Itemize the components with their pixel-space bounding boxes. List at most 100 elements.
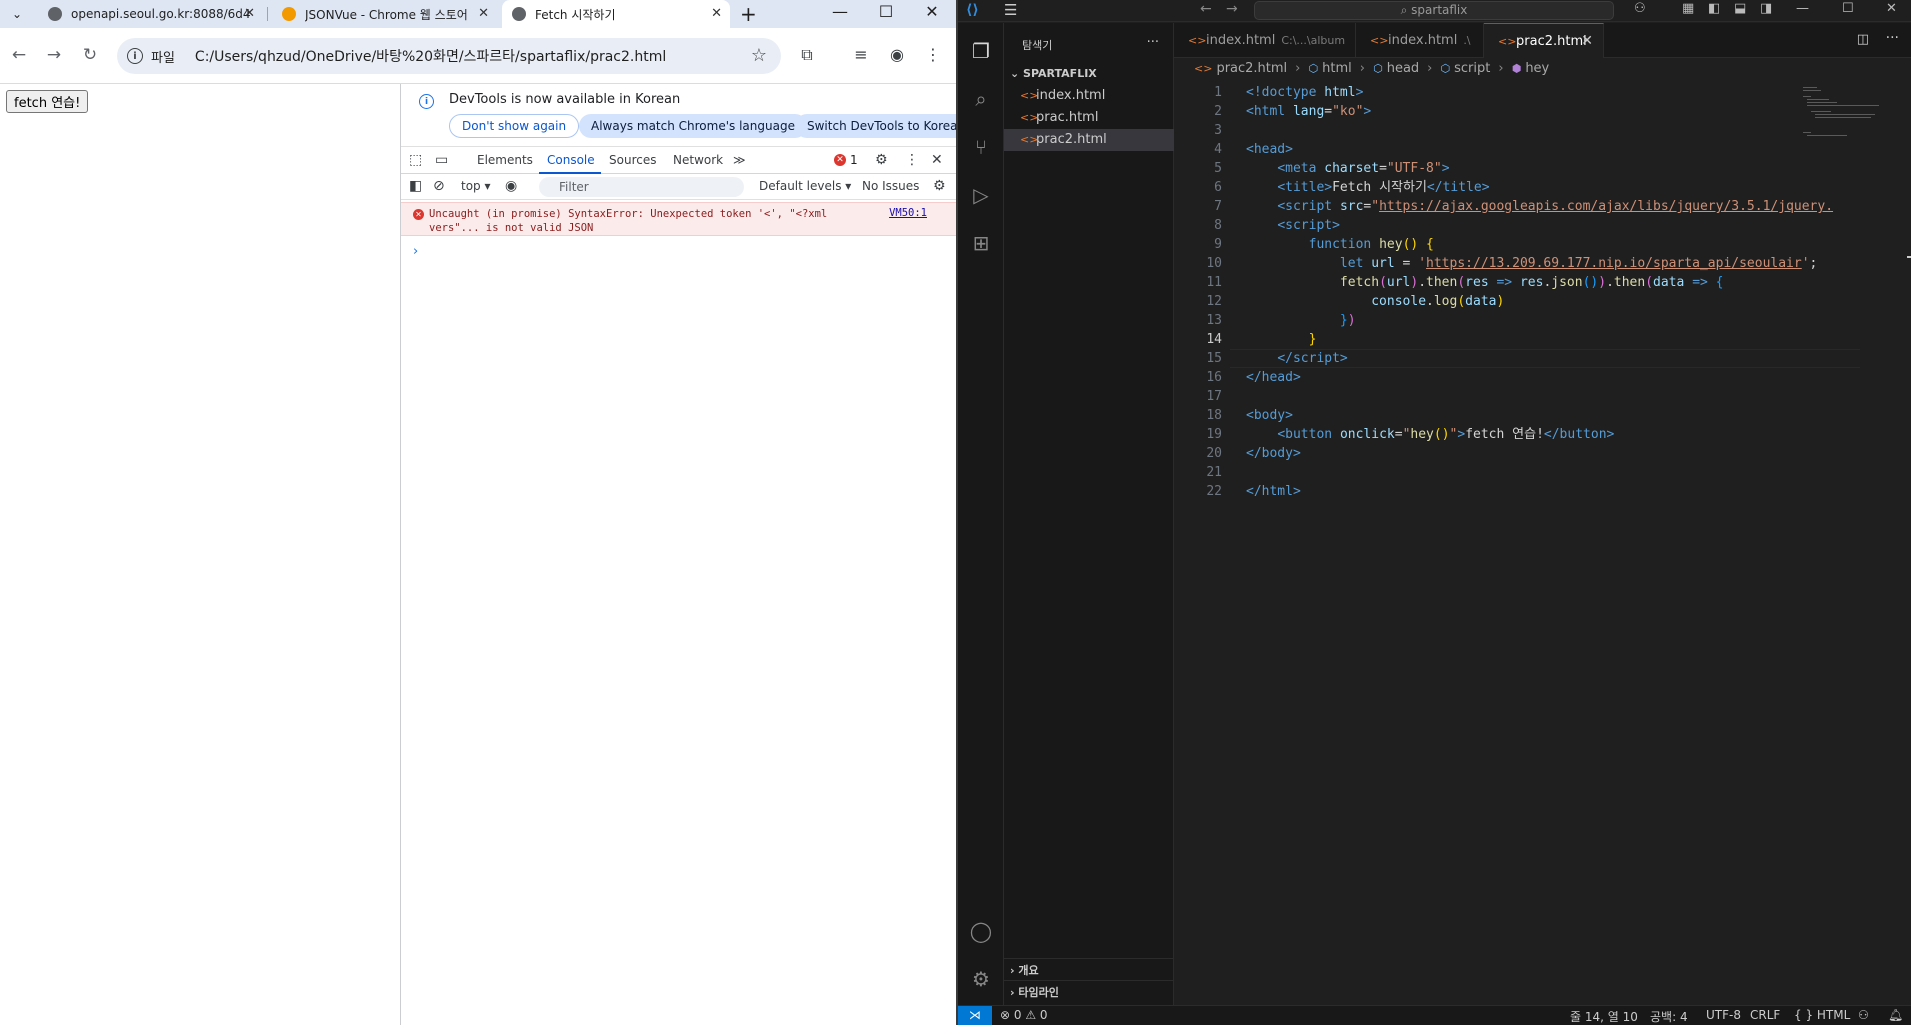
remote-icon[interactable]: ⋊ <box>958 1006 992 1025</box>
timeline-section[interactable]: › 타임라인 <box>1010 984 1059 1000</box>
breadcrumb-item[interactable]: prac2.html <box>1216 61 1287 76</box>
command-center-search[interactable]: ⌕ spartaflix <box>1254 1 1614 20</box>
error-source-link[interactable]: VM50:1 <box>889 207 927 219</box>
back-icon[interactable]: ← <box>1200 1 1212 17</box>
breadcrumb-item[interactable]: html <box>1322 61 1352 76</box>
profile-icon[interactable]: ◉ <box>885 45 909 69</box>
address-bar[interactable]: i 파일 C:/Users/qhzud/OneDrive/바탕%20화면/스파르… <box>117 38 781 74</box>
notifications-bell-icon[interactable]: 🔔︎ <box>1888 1008 1903 1022</box>
run-debug-icon[interactable]: ▷ <box>969 183 993 207</box>
close-devtools-icon[interactable]: ✕ <box>931 152 943 168</box>
source-control-icon[interactable]: ⑂ <box>969 135 993 159</box>
breadcrumb-item[interactable]: script <box>1454 61 1490 76</box>
section-divider <box>1004 958 1174 959</box>
close-icon[interactable]: ✕ <box>478 6 489 21</box>
more-actions-icon[interactable]: ··· <box>1147 35 1159 50</box>
window-close-icon[interactable]: ✕ <box>1886 1 1897 16</box>
split-editor-icon[interactable]: ◫ <box>1857 32 1869 47</box>
media-icon[interactable]: ≡ <box>849 45 873 69</box>
breadcrumb-item[interactable]: head <box>1387 61 1419 76</box>
minimize-icon[interactable]: — <box>1796 1 1809 16</box>
maximize-icon[interactable]: ☐ <box>868 2 904 21</box>
more-actions-icon[interactable]: ··· <box>1886 30 1899 46</box>
toggle-panel-icon[interactable]: ⬓ <box>1734 1 1746 16</box>
error-count[interactable]: 1 <box>850 153 858 167</box>
tab-search-button[interactable]: ⌄ <box>6 3 28 25</box>
issues-count[interactable]: No Issues <box>862 179 919 193</box>
explorer-icon[interactable]: ❐ <box>969 39 993 63</box>
close-icon[interactable]: ✕ <box>711 6 722 21</box>
file-item-index[interactable]: <> index.html <box>1004 85 1174 107</box>
console-prompt[interactable]: › <box>413 244 418 259</box>
copilot-status-icon[interactable]: ⚇ <box>1858 1008 1869 1022</box>
toggle-secondary-icon[interactable]: ◨ <box>1760 1 1772 16</box>
context-selector[interactable]: top ▾ <box>461 179 491 193</box>
search-icon[interactable]: ⌕ <box>969 87 993 111</box>
reload-icon[interactable]: ↻ <box>78 45 102 65</box>
folder-header[interactable]: ⌄ SPARTAFLIX <box>1010 67 1097 80</box>
outline-section[interactable]: › 개요 <box>1010 962 1039 978</box>
browser-tab-1[interactable]: openapi.seoul.go.kr:8088/6d4 ✕ <box>38 0 263 28</box>
close-icon[interactable]: ✕ <box>1581 24 1593 58</box>
info-icon[interactable]: i <box>127 48 143 64</box>
more-tabs-icon[interactable]: ≫ <box>733 153 746 167</box>
file-item-prac[interactable]: <> prac.html <box>1004 107 1174 129</box>
tab-console[interactable]: Console <box>547 153 595 167</box>
breadcrumb-item[interactable]: hey <box>1525 61 1549 76</box>
console-settings-icon[interactable]: ⚙ <box>933 178 946 194</box>
menu-icon[interactable]: ☰ <box>1004 1 1017 19</box>
fetch-button[interactable]: fetch 연습! <box>6 90 89 113</box>
error-icon[interactable]: ✕ <box>834 154 846 166</box>
code-line: }) <box>1339 313 1356 328</box>
cursor-position[interactable]: 줄 14, 열 10 <box>1570 1008 1638 1025</box>
close-icon[interactable]: ✕ <box>244 6 255 21</box>
forward-icon[interactable]: → <box>1226 1 1238 17</box>
log-levels-dropdown[interactable]: Default levels ▾ <box>759 179 851 193</box>
window-close-icon[interactable]: ✕ <box>914 2 950 21</box>
line-ending[interactable]: CRLF <box>1750 1008 1780 1022</box>
editor-tab-index[interactable]: <> index.html .\ <box>1356 23 1484 58</box>
problems-indicator[interactable]: ⊗ 0 ⚠ 0 <box>1000 1008 1048 1022</box>
url-text[interactable]: C:/Users/qhzud/OneDrive/바탕%20화면/스파르타/spa… <box>195 46 666 66</box>
switch-korean-button[interactable]: Switch DevTools to Korean <box>795 114 978 138</box>
tab-separator <box>267 7 268 21</box>
inspect-element-icon[interactable]: ⬚ <box>409 152 422 168</box>
encoding[interactable]: UTF-8 <box>1706 1008 1741 1022</box>
extensions-icon[interactable]: ⊞ <box>969 231 993 255</box>
clear-console-icon[interactable]: ⊘ <box>433 178 445 194</box>
language-mode[interactable]: { } HTML <box>1794 1008 1850 1022</box>
devtools-menu-icon[interactable]: ⋮ <box>905 152 919 168</box>
toggle-sidebar-icon[interactable]: ◧ <box>1708 1 1720 16</box>
tab-network[interactable]: Network <box>673 153 723 167</box>
browser-tab-3[interactable]: Fetch 시작하기 ✕ <box>502 0 730 28</box>
menu-dots-icon[interactable]: ⋮ <box>921 45 945 69</box>
new-tab-button[interactable]: + <box>740 2 757 26</box>
settings-gear-icon[interactable]: ⚙ <box>875 152 888 168</box>
minimap[interactable] <box>1803 85 1883 145</box>
account-icon[interactable]: ◯ <box>969 919 993 943</box>
editor-tab-prac2[interactable]: <> prac2.html ✕ <box>1484 23 1604 58</box>
eye-icon[interactable]: ◉ <box>505 178 517 194</box>
layout-icon[interactable]: ▦ <box>1682 1 1694 16</box>
tab-elements[interactable]: Elements <box>477 153 533 167</box>
bookmark-star-icon[interactable]: ☆ <box>751 45 767 66</box>
tab-sources[interactable]: Sources <box>609 153 656 167</box>
filter-input[interactable]: Filter <box>539 177 744 197</box>
extensions-icon[interactable]: ⧉ <box>795 45 819 69</box>
copilot-icon[interactable]: ⚇ <box>1634 1 1646 16</box>
dont-show-again-button[interactable]: Don't show again <box>449 114 580 138</box>
editor-tabs: <> index.html C:\...\album <> index.html.… <box>1174 23 1911 58</box>
sidebar-toggle-icon[interactable]: ◧ <box>409 178 422 194</box>
file-item-prac2[interactable]: <> prac2.html <box>1004 129 1174 151</box>
maximize-icon[interactable]: ☐ <box>1842 1 1854 16</box>
match-language-button[interactable]: Always match Chrome's language <box>579 114 807 138</box>
editor-tab-index-album[interactable]: <> index.html C:\...\album <box>1174 23 1356 58</box>
device-toolbar-icon[interactable]: ▭ <box>435 152 448 168</box>
indentation[interactable]: 공백: 4 <box>1650 1008 1688 1025</box>
browser-tab-2[interactable]: JSONVue - Chrome 웹 스토어 ✕ <box>272 0 497 28</box>
back-icon[interactable]: ← <box>7 45 31 65</box>
forward-icon[interactable]: → <box>42 45 66 65</box>
minimize-icon[interactable]: — <box>822 2 858 21</box>
code-editor[interactable]: 1 2 3 4 5 6 7 8 9 10 11 12 13 14 15 16 17 18 19 20 21 22 <!do… <box>1174 83 1894 1003</box>
manage-gear-icon[interactable]: ⚙ <box>969 967 993 991</box>
